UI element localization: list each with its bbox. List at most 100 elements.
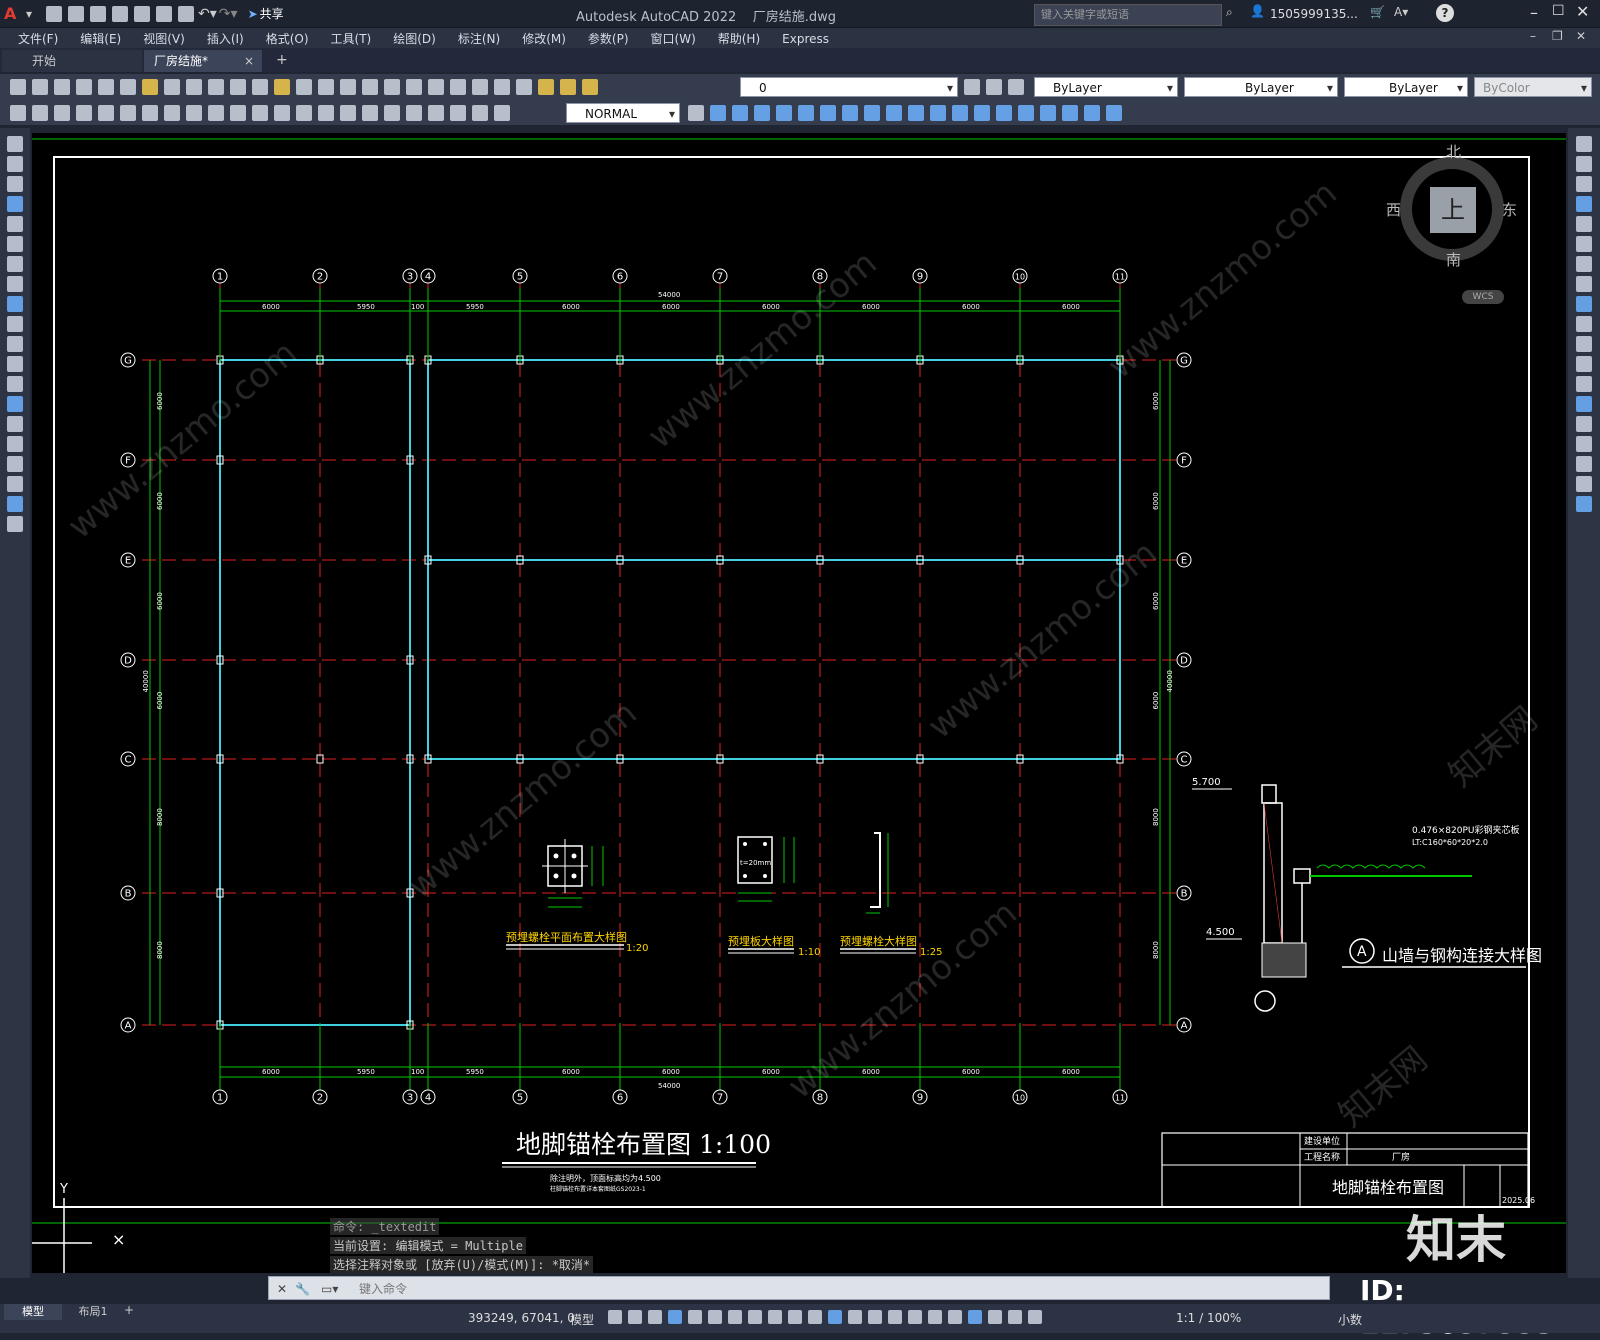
model-tool-9-icon[interactable] xyxy=(886,105,902,121)
model-tool-7-icon[interactable] xyxy=(842,105,858,121)
status-toggle-21-icon[interactable] xyxy=(1028,1310,1042,1324)
menu-item-6[interactable]: 绘图(D) xyxy=(393,30,436,47)
model-tool-3-icon[interactable] xyxy=(754,105,770,121)
tab-close-icon[interactable]: × xyxy=(244,50,254,72)
draw-tool-2-icon[interactable] xyxy=(7,176,23,192)
layer-lock-icon[interactable] xyxy=(582,79,598,95)
draw-tool-6-icon[interactable] xyxy=(7,256,23,272)
draw-tool-1-icon[interactable] xyxy=(7,156,23,172)
doc-restore-icon[interactable]: ❐ xyxy=(1552,29,1563,43)
status-toggle-7-icon[interactable] xyxy=(748,1310,762,1324)
cut-icon[interactable] xyxy=(142,79,158,95)
status-toggle-17-icon[interactable] xyxy=(948,1310,962,1324)
dim-edit-icon[interactable] xyxy=(450,105,466,121)
modify-tool-9-icon[interactable] xyxy=(1576,316,1592,332)
help-icon[interactable]: ? xyxy=(1436,4,1454,22)
hatch-edit-icon[interactable] xyxy=(32,105,48,121)
minimize-icon[interactable]: – xyxy=(1530,3,1538,22)
menu-item-12[interactable]: Express xyxy=(782,32,829,46)
menu-item-5[interactable]: 工具(T) xyxy=(331,30,372,47)
draw-tool-13-icon[interactable] xyxy=(7,396,23,412)
text-front-icon[interactable] xyxy=(54,105,70,121)
draw-tool-3-icon[interactable] xyxy=(7,196,23,212)
viewcube-east[interactable]: 东 xyxy=(1502,199,1517,220)
dim-update-icon[interactable] xyxy=(494,105,510,121)
draw-tool-12-icon[interactable] xyxy=(7,376,23,392)
command-input[interactable]: ✕ 🔧 ▭▾ 键入命令 xyxy=(268,1276,1330,1300)
save-as-icon[interactable] xyxy=(112,5,129,22)
model-tool-12-icon[interactable] xyxy=(952,105,968,121)
viewcube[interactable]: 上 北 南 西 东 xyxy=(1386,143,1517,273)
jogged-dim-icon[interactable] xyxy=(186,105,202,121)
baseline-dim-icon[interactable] xyxy=(274,105,290,121)
model-tool-4-icon[interactable] xyxy=(776,105,792,121)
publish-icon[interactable] xyxy=(120,79,136,95)
command-prompt-icon[interactable]: ▭▾ xyxy=(321,1277,338,1301)
sheetset-icon[interactable] xyxy=(428,79,444,95)
layer-freeze-icon[interactable] xyxy=(560,79,576,95)
dimtext-edit-icon[interactable] xyxy=(472,105,488,121)
modify-tool-5-icon[interactable] xyxy=(1576,236,1592,252)
draw-tool-10-icon[interactable] xyxy=(7,336,23,352)
qsave-icon[interactable] xyxy=(54,79,70,95)
menu-item-0[interactable]: 文件(F) xyxy=(18,30,58,47)
preview-icon[interactable] xyxy=(98,79,114,95)
draw-tool-8-icon[interactable] xyxy=(7,296,23,312)
menu-item-7[interactable]: 标注(N) xyxy=(458,30,500,47)
modify-tool-3-icon[interactable] xyxy=(1576,196,1592,212)
save-icon[interactable] xyxy=(90,5,107,22)
inspect-icon[interactable] xyxy=(406,105,422,121)
diameter-dim-icon[interactable] xyxy=(208,105,224,121)
open-icon[interactable] xyxy=(68,5,85,22)
modify-tool-12-icon[interactable] xyxy=(1576,376,1592,392)
status-toggle-9-icon[interactable] xyxy=(788,1310,802,1324)
model-tool-2-icon[interactable] xyxy=(732,105,748,121)
center-mark-icon[interactable] xyxy=(384,105,400,121)
status-toggle-14-icon[interactable] xyxy=(888,1310,902,1324)
status-toggle-5-icon[interactable] xyxy=(708,1310,722,1324)
copy-icon[interactable] xyxy=(164,79,180,95)
close-icon[interactable]: ✕ xyxy=(1576,2,1589,21)
draw-tool-0-icon[interactable] xyxy=(7,136,23,152)
dim-space-icon[interactable] xyxy=(318,105,334,121)
share-button[interactable]: 共享 xyxy=(260,5,284,22)
cart-icon[interactable]: 🛒 xyxy=(1370,5,1385,19)
search-icon[interactable]: ⌕ xyxy=(1226,5,1233,20)
draw-tool-4-icon[interactable] xyxy=(7,216,23,232)
modify-tool-13-icon[interactable] xyxy=(1576,396,1592,412)
make-current-icon[interactable] xyxy=(964,79,980,95)
angular-dim-icon[interactable] xyxy=(230,105,246,121)
layout-tab-1[interactable]: 布局1 xyxy=(66,1304,120,1320)
viewcube-south[interactable]: 南 xyxy=(1446,249,1461,270)
dim-break-icon[interactable] xyxy=(340,105,356,121)
model-tool-16-icon[interactable] xyxy=(1040,105,1056,121)
menu-item-2[interactable]: 视图(V) xyxy=(143,30,185,47)
layer-props-icon[interactable] xyxy=(516,79,532,95)
open-web-icon[interactable] xyxy=(134,5,151,22)
modify-tool-1-icon[interactable] xyxy=(1576,156,1592,172)
status-toggle-8-icon[interactable] xyxy=(768,1310,782,1324)
quick-dim-icon[interactable] xyxy=(252,105,268,121)
zoom-window-icon[interactable] xyxy=(318,79,334,95)
menu-item-4[interactable]: 格式(O) xyxy=(266,30,309,47)
draw-tool-17-icon[interactable] xyxy=(7,476,23,492)
new-icon[interactable] xyxy=(46,5,63,22)
markup-icon[interactable] xyxy=(450,79,466,95)
arc-dim-icon[interactable] xyxy=(120,105,136,121)
status-toggle-4-icon[interactable] xyxy=(688,1310,702,1324)
redo-tb-icon[interactable] xyxy=(252,79,268,95)
tab-add-icon[interactable]: + xyxy=(276,52,288,68)
drawing-canvas[interactable]: 54000 54000 6000 6000 5950 5950 100 100 5950 5950… xyxy=(32,133,1566,1273)
lineweight-dropdown[interactable]: ByLayer xyxy=(1344,77,1468,98)
undo-icon[interactable]: ↶▾ xyxy=(198,6,217,22)
model-tool-11-icon[interactable] xyxy=(930,105,946,121)
qopen-icon[interactable] xyxy=(32,79,48,95)
doc-close-icon[interactable]: ✕ xyxy=(1576,29,1586,43)
draw-tool-9-icon[interactable] xyxy=(7,316,23,332)
modify-tool-15-icon[interactable] xyxy=(1576,436,1592,452)
viewcube-west[interactable]: 西 xyxy=(1386,199,1401,220)
status-toggle-11-icon[interactable] xyxy=(828,1310,842,1324)
jogged-linear-icon[interactable] xyxy=(428,105,444,121)
dimstyle-manager-icon[interactable] xyxy=(688,105,704,121)
layout-add-icon[interactable]: + xyxy=(124,1303,134,1317)
